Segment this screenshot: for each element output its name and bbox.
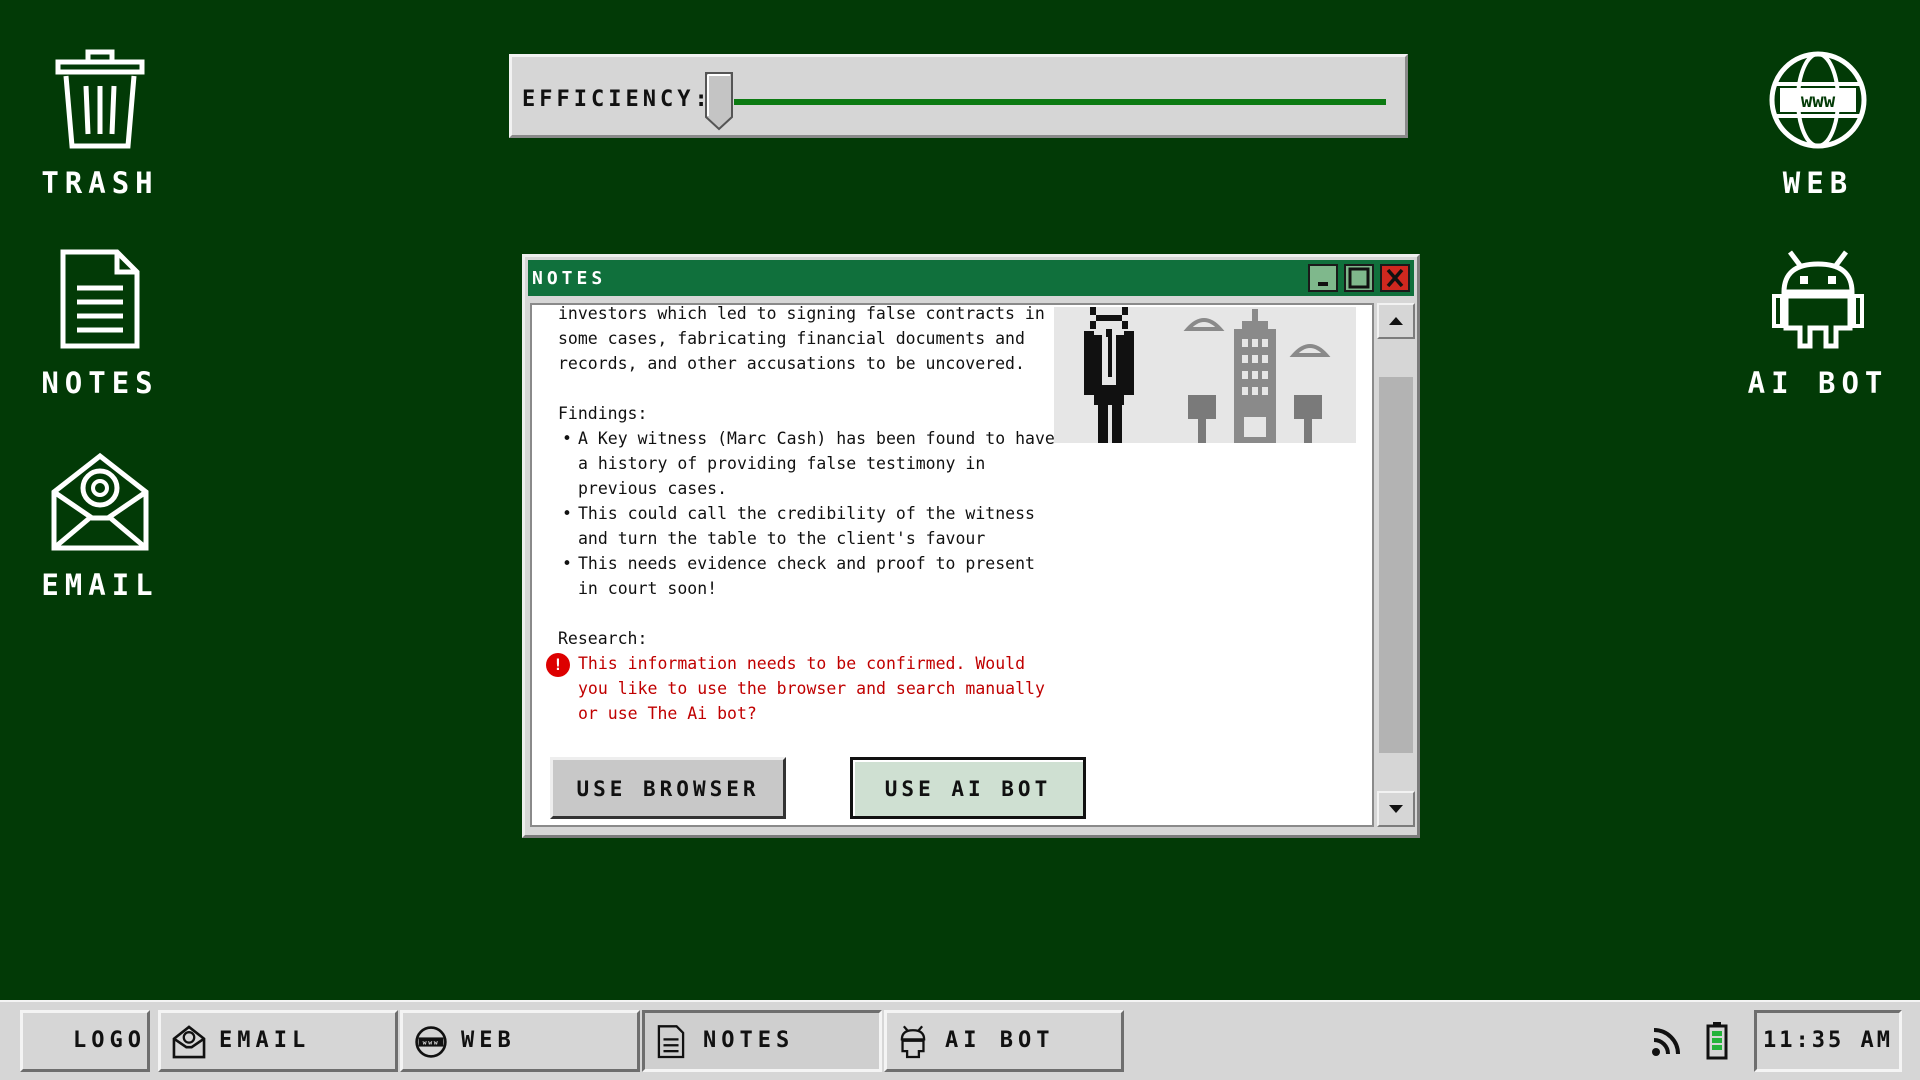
efficiency-label: EFFICIENCY: (522, 87, 712, 112)
close-button[interactable] (1380, 264, 1410, 292)
taskbar: LOGO EMAIL www WEB NOTES AI BOT 11:35 AM (0, 1000, 1920, 1080)
text-line: investors which led to signing false con… (558, 304, 1045, 323)
android-robot-icon (1772, 250, 1864, 349)
scroll-up-button[interactable] (1377, 303, 1415, 339)
exclamation-icon: ! (546, 653, 570, 677)
alert-text: This information needs to be confirmed. … (578, 654, 1045, 723)
text-line: records, and other accusations to be unc… (558, 354, 1025, 373)
notes-text: investors which led to signing false con… (546, 304, 1058, 726)
businessman-city-illustration (1054, 307, 1356, 443)
taskbar-item-ai-bot[interactable]: AI BOT (884, 1010, 1124, 1072)
desktop-icon-web[interactable]: www WEB (1728, 48, 1908, 200)
window-title: NOTES (532, 268, 607, 289)
scrollbar-thumb[interactable] (1379, 377, 1413, 753)
taskbar-item-label: LOGO (73, 1028, 146, 1053)
notes-icon (657, 1025, 685, 1059)
arrow-down-icon (1389, 805, 1403, 813)
taskbar-logo-button[interactable]: LOGO (20, 1010, 150, 1072)
android-robot-icon (900, 1025, 926, 1059)
research-heading: Research: (558, 629, 648, 648)
maximize-button[interactable] (1344, 264, 1374, 292)
globe-www-icon: www (1769, 51, 1867, 149)
desktop-icon-label: TRASH (41, 166, 159, 200)
efficiency-panel: EFFICIENCY: (509, 54, 1408, 138)
scroll-down-button[interactable] (1377, 791, 1415, 827)
text-line: some cases, fabricating financial docume… (558, 329, 1025, 348)
taskbar-item-label: WEB (461, 1028, 516, 1053)
finding-item: A Key witness (Marc Cash) has been found… (558, 426, 1058, 501)
use-browser-button[interactable]: USE BROWSER (550, 757, 786, 819)
email-icon (51, 452, 149, 551)
desktop-icon-label: WEB (1782, 166, 1854, 200)
finding-item: This could call the credibility of the w… (558, 501, 1058, 551)
taskbar-item-web[interactable]: www WEB (400, 1010, 640, 1072)
desktop-icon-label: AI BOT (1747, 366, 1889, 400)
taskbar-item-notes[interactable]: NOTES (642, 1010, 882, 1072)
notes-icon (60, 249, 140, 349)
close-icon (1386, 268, 1404, 288)
minimize-icon (1318, 282, 1328, 286)
notes-content[interactable]: investors which led to signing false con… (530, 303, 1374, 827)
vertical-scrollbar[interactable] (1377, 303, 1415, 827)
desktop-icon-label: NOTES (41, 366, 159, 400)
trash-icon (55, 49, 145, 149)
efficiency-slider-thumb[interactable] (704, 71, 734, 131)
desktop-icon-email[interactable]: EMAIL (10, 450, 190, 602)
use-ai-bot-button[interactable]: USE AI BOT (850, 757, 1086, 819)
taskbar-item-email[interactable]: EMAIL (158, 1010, 398, 1072)
notes-window: NOTES investors which led to signing fal… (522, 254, 1420, 838)
finding-item: This needs evidence check and proof to p… (558, 551, 1058, 601)
svg-text:www: www (423, 1038, 440, 1046)
taskbar-item-label: NOTES (703, 1028, 795, 1053)
alert-message: ! This information needs to be confirmed… (546, 651, 1058, 726)
maximize-icon (1348, 267, 1370, 289)
efficiency-track[interactable] (734, 99, 1386, 105)
taskbar-item-label: AI BOT (945, 1028, 1055, 1053)
minimize-button[interactable] (1308, 264, 1338, 292)
desktop-icon-trash[interactable]: TRASH (10, 48, 190, 200)
svg-text:www: www (1801, 90, 1836, 112)
email-icon (172, 1025, 206, 1059)
desktop-icon-label: EMAIL (41, 568, 159, 602)
arrow-up-icon (1389, 317, 1403, 325)
globe-www-icon: www (415, 1026, 447, 1058)
taskbar-clock[interactable]: 11:35 AM (1754, 1010, 1902, 1072)
wifi-icon[interactable] (1650, 1024, 1684, 1058)
desktop-icon-ai-bot[interactable]: AI BOT (1728, 248, 1908, 400)
battery-icon[interactable] (1706, 1022, 1728, 1060)
taskbar-item-label: EMAIL (219, 1028, 311, 1053)
findings-heading: Findings: (558, 404, 648, 423)
desktop-icon-notes[interactable]: NOTES (10, 248, 190, 400)
window-titlebar[interactable]: NOTES (528, 260, 1414, 296)
